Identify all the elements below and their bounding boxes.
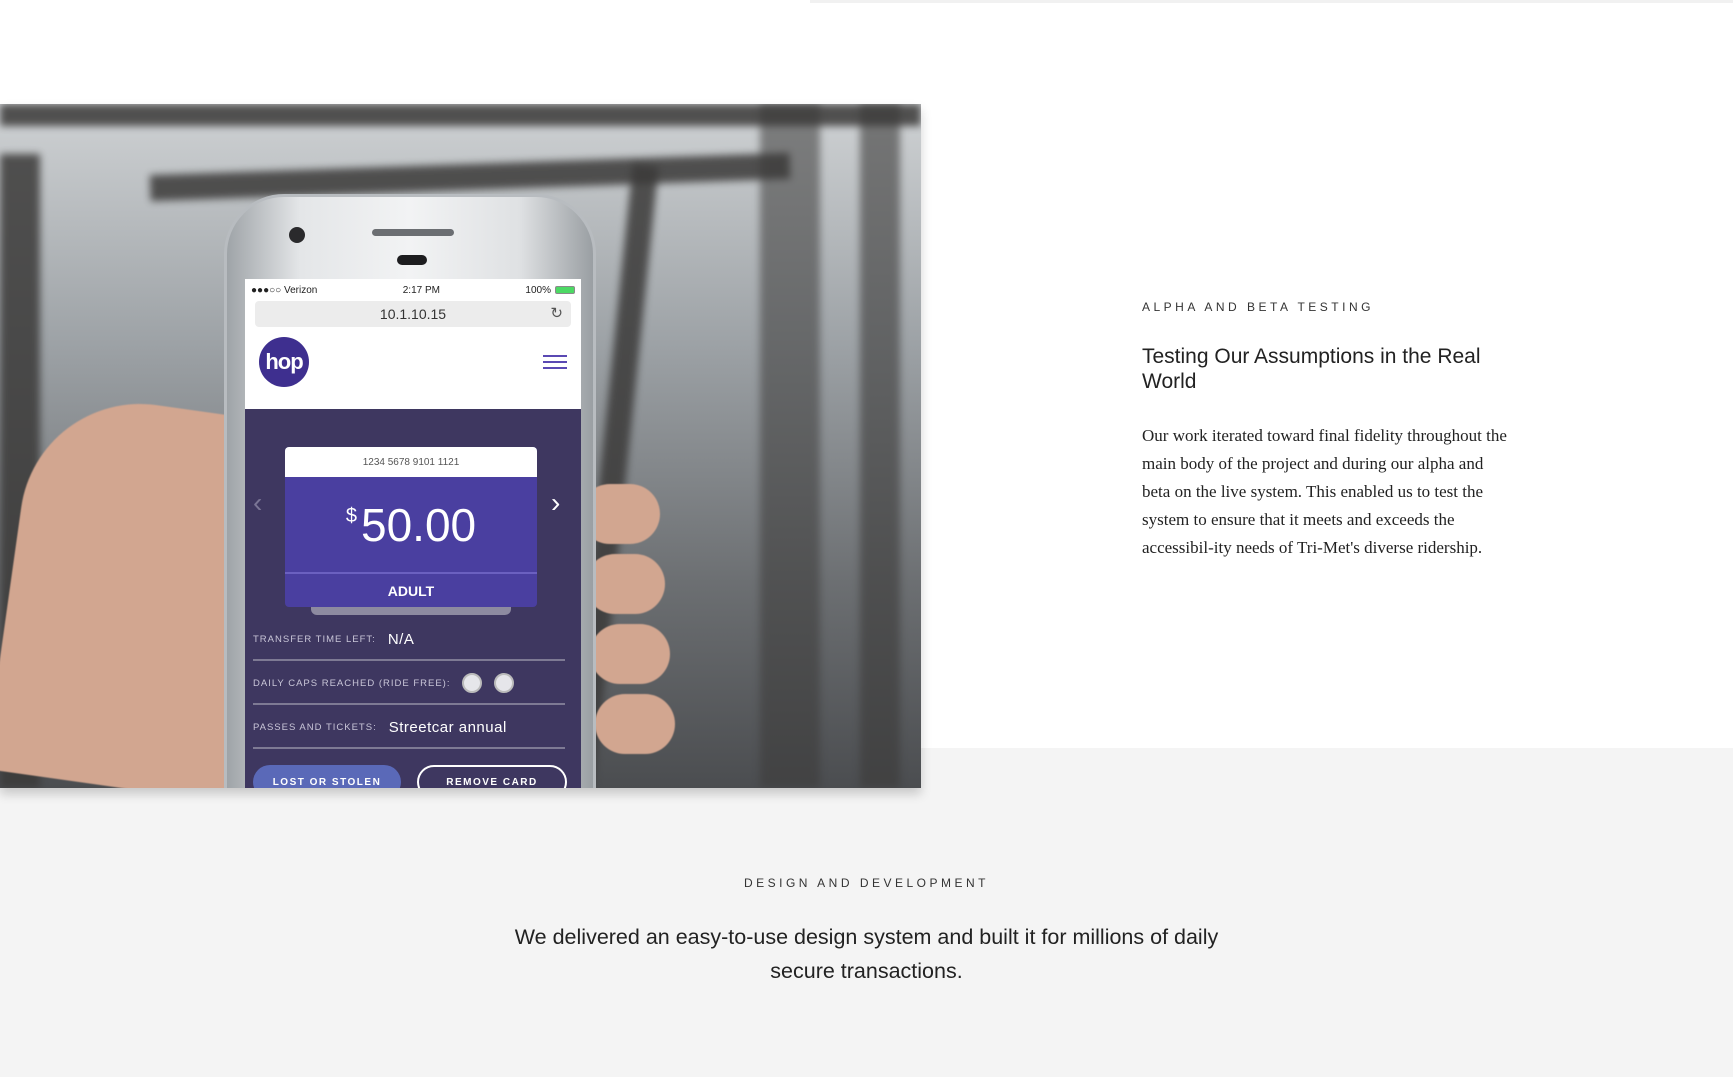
hop-logo: hop	[259, 337, 309, 387]
app-body: ‹ 1234 5678 9101 1121 $ 50.00 ADULT › Tr…	[245, 409, 581, 788]
balance-amount: 50.00	[361, 498, 477, 551]
photo-beam	[860, 104, 900, 788]
battery-percent: 100%	[525, 284, 551, 296]
remove-card-button[interactable]: REMOVE CARD	[417, 765, 567, 788]
battery-status: 100%	[525, 285, 575, 296]
battery-icon	[554, 286, 575, 294]
fare-card: 1234 5678 9101 1121 $ 50.00 ADULT	[285, 447, 537, 607]
transfer-time-row: Transfer time left: N/A	[253, 619, 565, 661]
passes-row: Passes and tickets: Streetcar annual	[253, 707, 565, 749]
design-section: DESIGN AND DEVELOPMENT We delivered an e…	[0, 876, 1733, 988]
finger	[585, 554, 665, 614]
phone-sensor	[397, 255, 427, 265]
testing-heading: Testing Our Assumptions in the Real Worl…	[1142, 345, 1481, 393]
card-stack-shadow	[311, 607, 511, 615]
transfer-time-value: N/A	[387, 630, 415, 648]
passes-label: Passes and tickets:	[253, 721, 377, 733]
url-text: 10.1.10.15	[379, 306, 447, 322]
smartphone: ●●●○○ Verizon 2:17 PM 100% 10.1.10.15 ↻ …	[224, 194, 596, 788]
daily-caps-label: Daily caps reached (ride free):	[253, 677, 451, 689]
testing-section: ALPHA AND BETA TESTING Testing Our Assum…	[1142, 300, 1512, 562]
finger	[590, 624, 670, 684]
testing-body: Our work iterated toward final fidelity …	[1142, 426, 1507, 557]
top-divider	[810, 0, 1733, 3]
daily-caps-row: Daily caps reached (ride free):	[253, 663, 565, 705]
photo-beam	[760, 104, 820, 788]
testing-eyebrow: ALPHA AND BETA TESTING	[1142, 300, 1374, 314]
design-statement: We delivered an easy-to-use design syste…	[514, 925, 1219, 983]
phone-photo: ●●●○○ Verizon 2:17 PM 100% 10.1.10.15 ↻ …	[0, 104, 921, 788]
menu-icon[interactable]	[543, 355, 567, 369]
finger	[595, 694, 675, 754]
phone-camera	[289, 227, 305, 243]
streetcar-icon	[494, 673, 515, 693]
url-bar[interactable]: 10.1.10.15 ↻	[255, 301, 571, 327]
phone-screen: ●●●○○ Verizon 2:17 PM 100% 10.1.10.15 ↻ …	[245, 279, 581, 788]
app-header: hop	[245, 327, 581, 397]
card-number: 1234 5678 9101 1121	[285, 447, 537, 477]
transfer-time-label: Transfer time left:	[253, 633, 376, 645]
bus-icon	[462, 673, 483, 693]
passes-value: Streetcar annual	[388, 718, 507, 736]
carrier-label: ●●●○○ Verizon	[251, 284, 318, 296]
design-eyebrow: DESIGN AND DEVELOPMENT	[743, 876, 990, 890]
reload-icon[interactable]: ↻	[550, 304, 563, 322]
lost-or-stolen-button[interactable]: LOST OR STOLEN	[253, 765, 401, 788]
clock: 2:17 PM	[402, 284, 440, 296]
card-balance: $ 50.00	[285, 477, 537, 572]
chevron-left-icon[interactable]: ‹	[253, 487, 262, 519]
card-type: ADULT	[285, 572, 537, 607]
phone-speaker	[372, 229, 454, 236]
currency-symbol: $	[345, 505, 357, 527]
status-bar: ●●●○○ Verizon 2:17 PM 100%	[245, 279, 581, 301]
chevron-right-icon[interactable]: ›	[551, 487, 560, 519]
